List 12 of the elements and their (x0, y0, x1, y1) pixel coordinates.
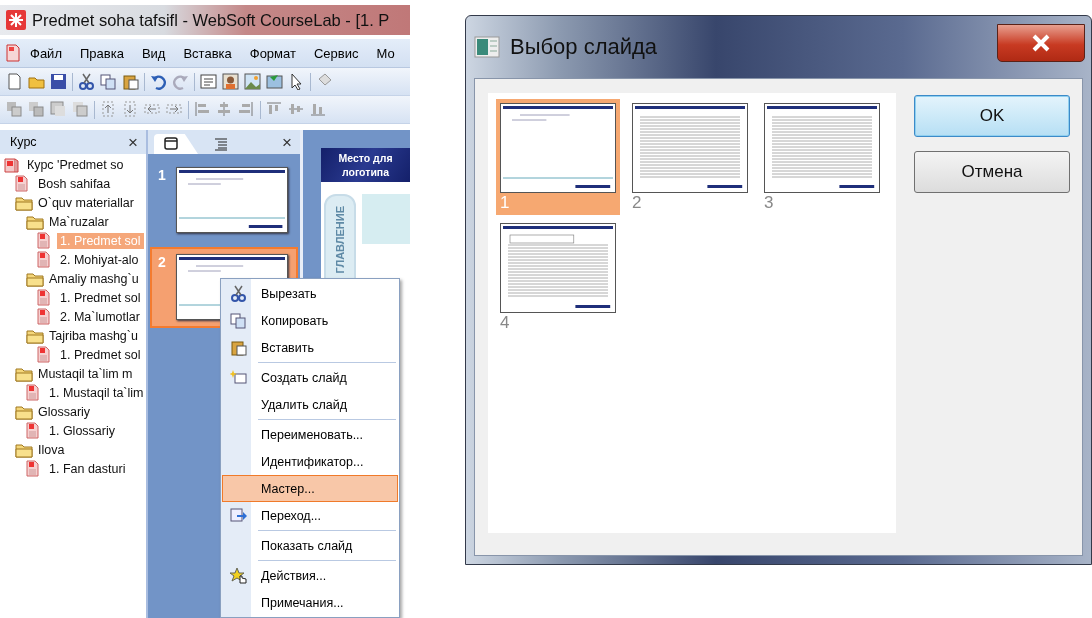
slide-number: 1 (158, 167, 167, 183)
logo-text: Место для (338, 151, 393, 165)
side-tab-label: ГЛАВЛЕНИЕ (334, 206, 346, 274)
logo-text: логотипа (341, 165, 390, 179)
slide-number: 3 (764, 193, 774, 213)
dialog-title: Выбор слайда (510, 34, 658, 60)
slide-number: 2 (632, 193, 642, 213)
window-title: Predmet soha tafsifl - WebSoft CourseLab - [1. P (32, 10, 390, 30)
slide-number: 1 (500, 193, 510, 213)
slide-number: 2 (158, 254, 167, 270)
slide-number: 4 (500, 313, 510, 333)
panel-title: Курс (10, 135, 37, 149)
